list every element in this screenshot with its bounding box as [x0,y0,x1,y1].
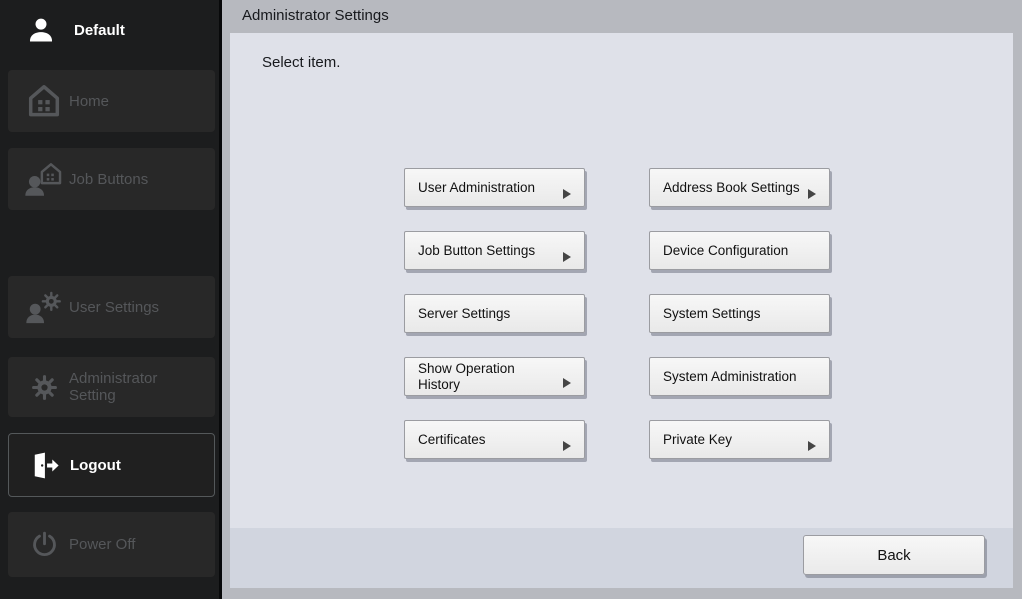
arrow-right-icon [563,441,571,451]
sidebar: Default Home Job Buttons User Settings Admi… [0,0,222,599]
sidebar-item-label: Power Off [69,536,136,553]
button-label: System Settings [663,305,761,321]
sidebar-item-power-off: Power Off [8,512,215,577]
user-name: Default [74,22,125,39]
arrow-right-icon [563,189,571,199]
show-operation-history-button[interactable]: Show Operation History [404,357,585,396]
sidebar-item-label: Logout [70,456,121,474]
server-settings-button[interactable]: Server Settings [404,294,585,333]
screen: Default Home Job Buttons User Settings Admi… [0,0,1022,599]
sidebar-item-user-settings: User Settings [8,276,215,338]
sidebar-item-label: Administrator Setting [69,370,158,404]
private-key-button[interactable]: Private Key [649,420,830,459]
button-label: Private Key [663,431,733,447]
logout-icon [23,451,67,480]
button-label: Job Button Settings [418,242,536,258]
page-title: Administrator Settings [242,7,389,24]
certificates-button[interactable]: Certificates [404,420,585,459]
home-icon [22,82,66,120]
sidebar-item-home: Home [8,70,215,132]
user-administration-button[interactable]: User Administration [404,168,585,207]
system-administration-button[interactable]: System Administration [649,357,830,396]
sidebar-item-label: User Settings [69,298,160,316]
button-label: Device Configuration [663,242,789,258]
footer-bar: Back [230,528,1013,588]
arrow-right-icon [808,441,816,451]
user-profile: Default [0,0,219,64]
prompt-text: Select item. [262,54,341,71]
sidebar-item-administrator-setting: Administrator Setting [8,357,215,417]
sidebar-item-job-buttons: Job Buttons [8,148,215,210]
settings-panel: Select item. User Administration Address … [230,33,1013,588]
sidebar-item-logout[interactable]: Logout [8,433,215,497]
system-settings-button[interactable]: System Settings [649,294,830,333]
main-area: Administrator Settings Select item. User… [222,0,1022,599]
button-label: Address Book Settings [663,179,800,195]
button-label: Show Operation History [418,360,515,392]
sidebar-item-label: Job Buttons [69,170,149,188]
button-label: Certificates [418,431,486,447]
power-icon [22,529,66,560]
back-button[interactable]: Back [803,535,985,575]
button-label: User Administration [418,179,536,195]
arrow-right-icon [563,378,571,388]
arrow-right-icon [808,189,816,199]
arrow-right-icon [563,252,571,262]
button-label: System Administration [663,368,797,384]
device-configuration-button[interactable]: Device Configuration [649,231,830,270]
user-settings-icon [22,289,66,325]
address-book-settings-button[interactable]: Address Book Settings [649,168,830,207]
user-icon [26,14,56,46]
panel-content: Select item. User Administration Address … [230,33,1013,528]
job-buttons-icon [22,161,66,197]
settings-button-grid: User Administration Address Book Settings… [404,168,830,459]
gear-icon [22,372,66,403]
sidebar-item-label: Home [69,92,110,110]
button-label: Server Settings [418,305,511,321]
job-button-settings-button[interactable]: Job Button Settings [404,231,585,270]
